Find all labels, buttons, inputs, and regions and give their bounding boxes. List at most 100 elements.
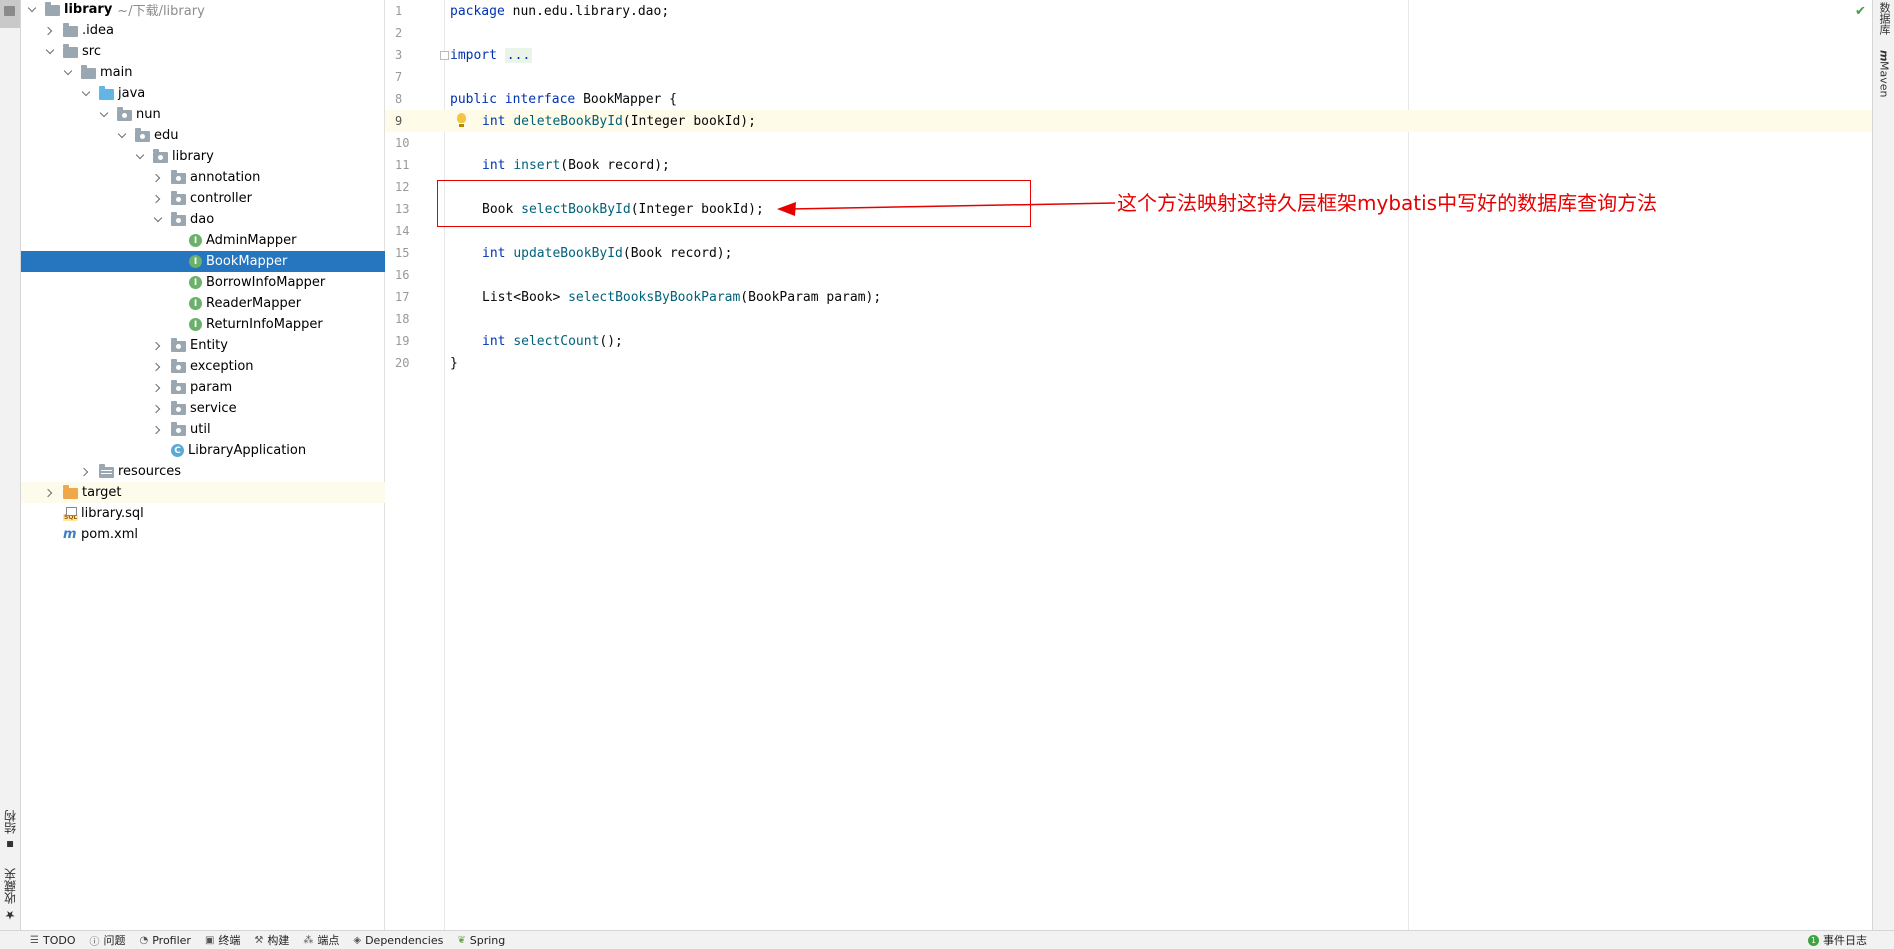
code-text: int updateBookById(Book record); [482,246,732,261]
chevron-down-icon[interactable] [27,5,37,15]
inspection-ok-icon[interactable]: ✔ [1855,4,1866,19]
args-token: (Integer bookId); [622,113,756,129]
tree-item-resources[interactable]: resources [21,461,444,482]
chevron-down-icon[interactable] [135,152,145,162]
keyword-token: import [450,47,497,63]
code-line[interactable]: 16 [385,264,1872,286]
chevron-right-icon[interactable] [45,488,55,498]
code-line[interactable]: 15 int updateBookById(Book record); [385,242,1872,264]
chevron-down-icon[interactable] [99,110,109,120]
tree-item-label: dao [190,212,215,227]
chevron-right-icon[interactable] [81,467,91,477]
code-line[interactable]: 1 package nun.edu.library.dao; [385,0,1872,22]
tree-item-label: resources [118,464,182,479]
terminal-icon: ▣ [204,934,215,946]
keyword-token: public [450,91,497,107]
maven-tab-label: Maven [1877,61,1891,98]
tree-item-pom-xml[interactable]: m pom.xml [21,524,426,545]
code-line[interactable]: 2 [385,22,1872,44]
project-tool-button[interactable] [0,0,20,28]
code-line[interactable]: 3 import ... [385,44,1872,66]
profiler-label: Profiler [152,933,191,947]
chevron-right-icon[interactable] [153,362,163,372]
tree-root-path: ~/下载/library [117,4,205,19]
code-line[interactable]: 11 int insert(Book record); [385,154,1872,176]
tree-item-src[interactable]: src [21,41,408,62]
folder-icon [63,23,78,37]
tree-item-label: main [100,65,133,80]
tree-item-target[interactable]: target [21,482,408,503]
annotation-text: 这个方法映射这持久层框架mybatis中写好的数据库查询方法 [1117,191,1658,215]
folded-imports[interactable]: ... [504,47,533,63]
package-icon [171,401,186,415]
event-log-label: 事件日志 [1823,934,1867,947]
chevron-right-icon[interactable] [153,341,163,351]
chevron-right-icon[interactable] [153,383,163,393]
endpoints-tab[interactable]: ⁂ 端点 [303,932,339,948]
chevron-right-icon[interactable] [45,26,55,36]
terminal-tab[interactable]: ▣ 终端 [205,932,240,948]
tree-item-label: edu [154,128,179,143]
code-editor[interactable]: 1 package nun.edu.library.dao; 2 3 impor… [385,0,1872,930]
folder-icon [4,6,15,16]
tree-item-idea[interactable]: .idea [21,20,408,41]
code-line[interactable]: 19 int selectCount(); [385,330,1872,352]
code-line[interactable]: 20 } [385,352,1872,374]
folder-icon [45,2,60,16]
code-line[interactable]: 10 [385,132,1872,154]
spring-tab[interactable]: ❦ Spring [457,934,505,947]
line-number: 10 [395,136,410,150]
sql-file-icon [63,506,79,521]
chevron-down-icon[interactable] [81,89,91,99]
tree-item-label: library.sql [81,506,144,521]
tree-item-main[interactable]: main [21,62,426,83]
args-token: (BookParam param); [740,289,882,305]
dependencies-tab[interactable]: ◈ Dependencies [353,934,443,947]
chevron-down-icon[interactable] [45,47,55,57]
package-icon [171,170,186,184]
code-line-current[interactable]: 9 int deleteBookById(Integer bookId); [385,110,1872,132]
code-line[interactable]: 7 [385,66,1872,88]
maven-icon: m [1877,50,1891,62]
chevron-right-icon[interactable] [153,404,163,414]
keyword-token: int [482,333,506,349]
line-number: 14 [395,224,410,238]
interface-icon: I [189,255,202,268]
tree-item-label: BookMapper [206,254,288,269]
maven-tab[interactable]: m Maven [1873,50,1894,110]
method-name-token: insert [513,157,561,173]
right-tool-strip: 数据库 m Maven [1872,0,1894,930]
chevron-down-icon[interactable] [153,215,163,225]
database-tab[interactable]: 数据库 [1873,2,1894,42]
chevron-down-icon[interactable] [117,131,127,141]
code-line[interactable]: 18 [385,308,1872,330]
structure-tab-label: 结构 [3,810,18,834]
code-line[interactable]: 17 List<Book> selectBooksByBookParam(Boo… [385,286,1872,308]
tree-item-java[interactable]: java [21,83,444,104]
tree-item-label: nun [136,107,161,122]
tree-root[interactable]: library ~/下载/library [21,0,390,20]
chevron-right-icon[interactable] [153,173,163,183]
package-icon [171,359,186,373]
fold-toggle-icon[interactable] [440,51,449,60]
build-tab[interactable]: ⚒ 构建 [254,932,289,948]
lightbulb-icon[interactable] [457,113,466,127]
interface-icon: I [189,234,202,247]
chevron-right-icon[interactable] [153,194,163,204]
problems-tab[interactable]: ⓘ 问题 [89,932,125,948]
tree-item-library-sql[interactable]: library.sql [21,503,426,524]
structure-tab[interactable]: ▪ 结构 [0,808,20,852]
terminal-label: 终端 [218,934,241,947]
tree-item-label: AdminMapper [206,233,297,248]
chevron-right-icon[interactable] [153,425,163,435]
chevron-down-icon[interactable] [63,68,73,78]
event-log-tab[interactable]: 1 事件日志 [1808,931,1867,949]
class-icon: C [171,444,184,457]
todo-label: TODO [42,933,76,947]
line-number: 7 [395,70,403,84]
todo-tab[interactable]: ☰ TODO [30,934,75,947]
code-line[interactable]: 8 public interface BookMapper { [385,88,1872,110]
profiler-tab[interactable]: ◔ Profiler [139,934,190,947]
favorites-tab[interactable]: ★ 收藏夹 [0,866,20,922]
tree-item-label: .idea [82,23,114,38]
